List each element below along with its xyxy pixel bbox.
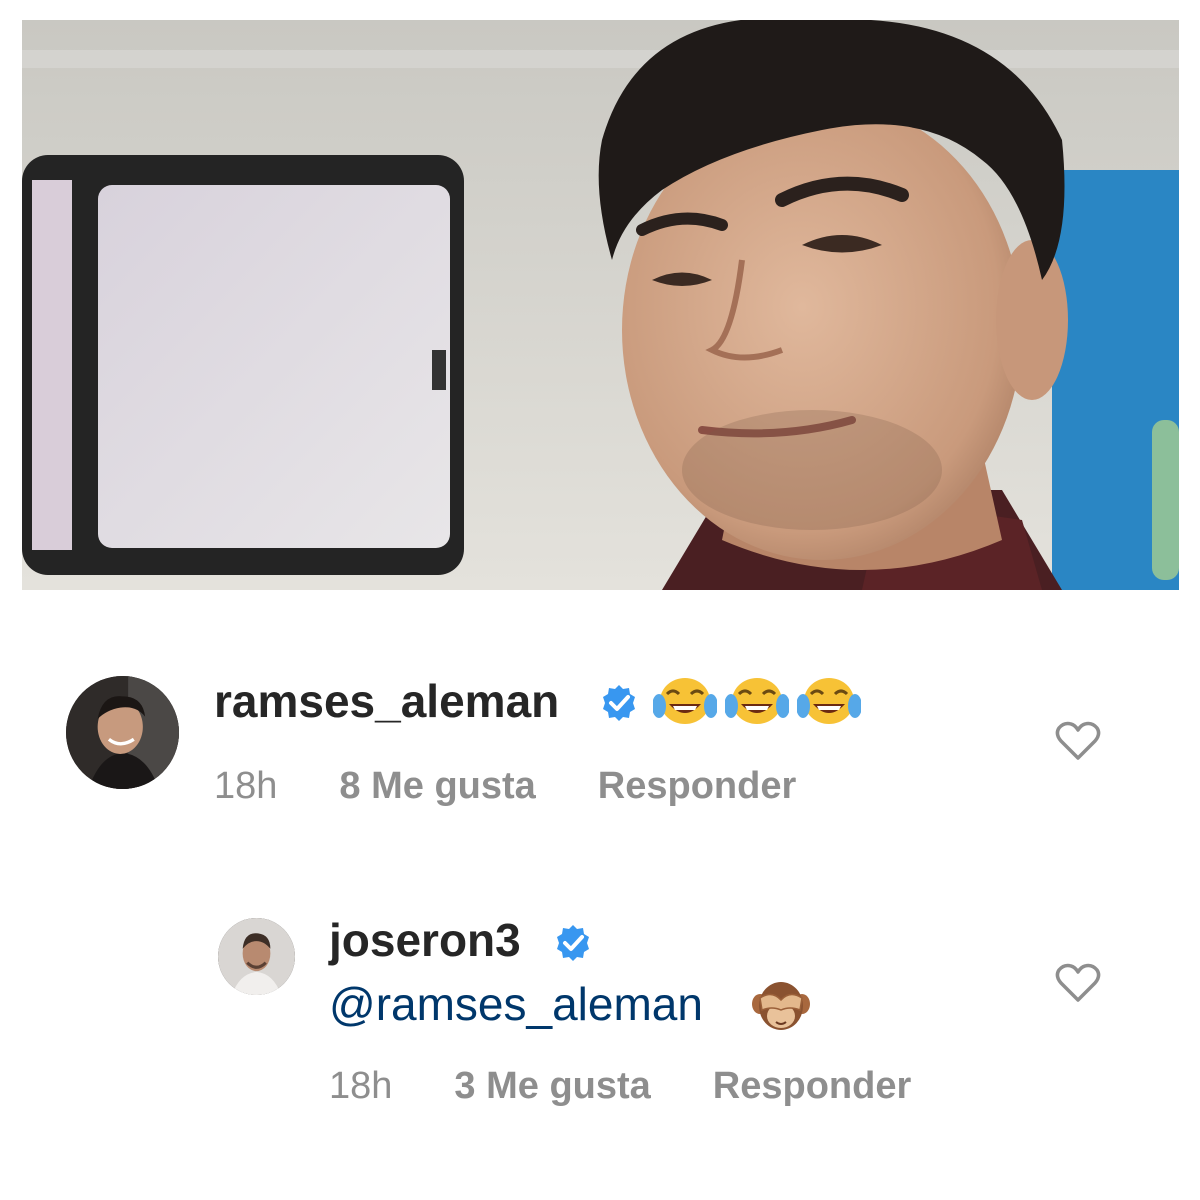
face-with-tears-of-joy-icon [653, 678, 717, 724]
comment-meta: 18h 8 Me gusta Responder [214, 762, 796, 810]
comment-emojis [653, 676, 861, 726]
like-heart-icon[interactable] [1054, 962, 1102, 1004]
verified-badge-icon [557, 925, 589, 961]
see-no-evil-monkey-icon [752, 982, 810, 1030]
avatar[interactable] [218, 918, 295, 995]
face-with-tears-of-joy-icon [797, 678, 861, 724]
verified-badge-icon [603, 685, 635, 721]
like-heart-icon[interactable] [1054, 720, 1102, 762]
username[interactable]: ramses_aleman [214, 673, 559, 729]
post-photo[interactable] [22, 20, 1179, 590]
likes-count-link[interactable]: 8 Me gusta [339, 762, 535, 810]
reply-button[interactable]: Responder [598, 762, 796, 810]
comment-time: 18h [214, 765, 278, 807]
comment-time: 18h [329, 1065, 393, 1107]
mention-link[interactable]: @ramses_aleman [329, 976, 703, 1032]
username[interactable]: joseron3 [329, 912, 521, 968]
likes-count-link[interactable]: 3 Me gusta [454, 1062, 650, 1110]
avatar[interactable] [66, 676, 179, 789]
photo-man-portrait-icon [22, 20, 1179, 590]
comment-meta: 18h 3 Me gusta Responder [329, 1062, 911, 1110]
face-with-tears-of-joy-icon [725, 678, 789, 724]
reply-button[interactable]: Responder [713, 1062, 911, 1110]
